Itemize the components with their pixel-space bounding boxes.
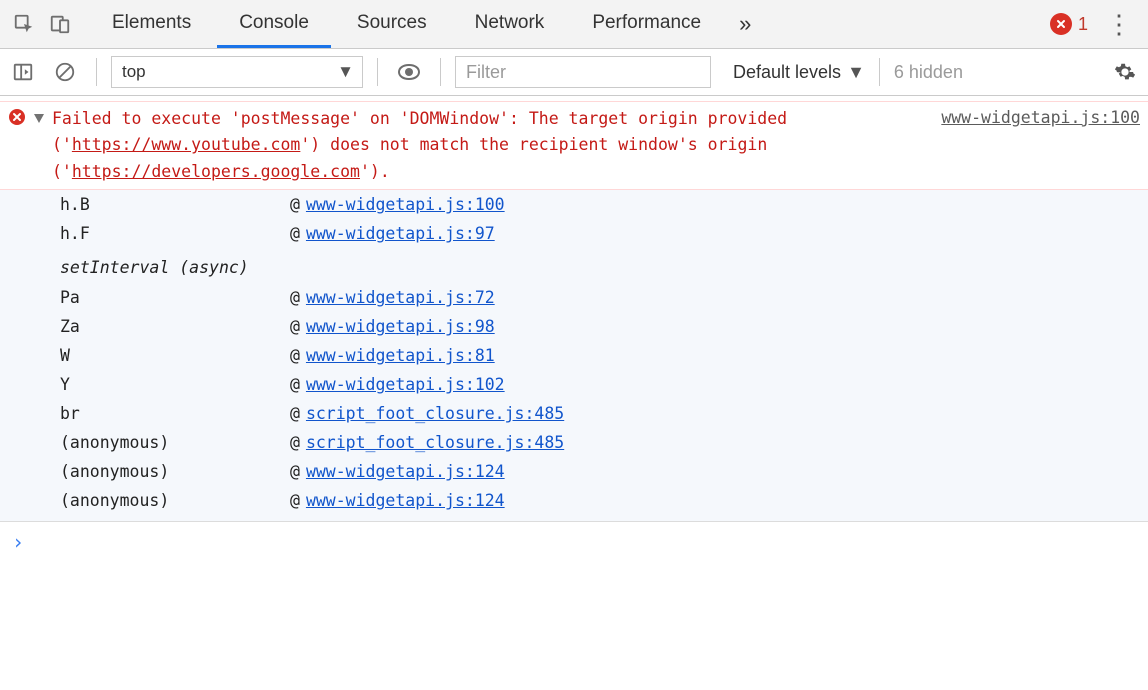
divider <box>440 58 441 86</box>
at-symbol: @ <box>290 224 300 243</box>
stack-frame: h.F@ www-widgetapi.js:97 <box>0 219 1148 248</box>
context-value: top <box>122 62 146 82</box>
at-symbol: @ <box>290 346 300 365</box>
frame-source-link[interactable]: www-widgetapi.js:124 <box>306 491 505 510</box>
divider <box>879 58 880 86</box>
error-count-value: 1 <box>1078 14 1088 35</box>
panel-tabs: Elements Console Sources Network Perform… <box>90 0 1050 48</box>
live-expression-icon[interactable] <box>392 55 426 89</box>
log-levels-select[interactable]: Default levels ▼ <box>733 62 865 83</box>
console-prompt[interactable]: › <box>0 521 1148 562</box>
more-options-icon[interactable]: ⋮ <box>1096 18 1142 31</box>
execution-context-select[interactable]: top ▼ <box>111 56 363 88</box>
at-symbol: @ <box>290 433 300 452</box>
at-symbol: @ <box>290 375 300 394</box>
toggle-sidebar-icon[interactable] <box>6 55 40 89</box>
console-settings-icon[interactable] <box>1108 55 1142 89</box>
frame-function: (anonymous) <box>60 462 290 481</box>
inspect-element-icon[interactable] <box>6 6 42 42</box>
filter-placeholder: Filter <box>466 62 506 83</box>
frame-source-link[interactable]: www-widgetapi.js:72 <box>306 288 495 307</box>
tab-performance[interactable]: Performance <box>570 0 723 48</box>
chevron-down-icon: ▼ <box>337 62 354 82</box>
chevron-down-icon: ▼ <box>847 62 865 83</box>
frame-function: (anonymous) <box>60 491 290 510</box>
at-symbol: @ <box>290 462 300 481</box>
frame-source-link[interactable]: www-widgetapi.js:100 <box>306 195 505 214</box>
stack-frame: (anonymous)@ www-widgetapi.js:124 <box>0 486 1148 515</box>
frame-function: Y <box>60 375 290 394</box>
at-symbol: @ <box>290 288 300 307</box>
frame-function: Pa <box>60 288 290 307</box>
at-symbol: @ <box>290 195 300 214</box>
frame-function: h.B <box>60 195 290 214</box>
tabs-overflow-icon[interactable]: » <box>727 0 763 48</box>
stack-frame: h.B@ www-widgetapi.js:100 <box>0 190 1148 219</box>
frame-source-link[interactable]: www-widgetapi.js:98 <box>306 317 495 336</box>
at-symbol: @ <box>290 404 300 423</box>
frame-source-link[interactable]: www-widgetapi.js:97 <box>306 224 495 243</box>
frame-function: W <box>60 346 290 365</box>
stack-frame: W@ www-widgetapi.js:81 <box>0 341 1148 370</box>
hidden-count: 6 hidden <box>894 62 963 83</box>
async-boundary: setInterval (async) <box>0 248 1148 283</box>
error-count[interactable]: 1 <box>1050 13 1088 35</box>
expand-toggle-icon[interactable] <box>34 114 44 123</box>
stack-frame: Pa@ www-widgetapi.js:72 <box>0 283 1148 312</box>
frame-source-link[interactable]: www-widgetapi.js:102 <box>306 375 505 394</box>
tab-elements[interactable]: Elements <box>90 0 213 48</box>
frame-function: Za <box>60 317 290 336</box>
device-toolbar-icon[interactable] <box>42 6 78 42</box>
console-toolbar: top ▼ Filter Default levels ▼ 6 hidden <box>0 49 1148 96</box>
filter-input[interactable]: Filter <box>455 56 711 88</box>
stack-frame: (anonymous)@ script_foot_closure.js:485 <box>0 428 1148 457</box>
console-log-area: Failed to execute 'postMessage' on 'DOMW… <box>0 96 1148 521</box>
devtools-tabstrip: Elements Console Sources Network Perform… <box>0 0 1148 49</box>
error-badge-icon <box>1050 13 1072 35</box>
tab-console[interactable]: Console <box>217 0 331 48</box>
at-symbol: @ <box>290 317 300 336</box>
tab-sources[interactable]: Sources <box>335 0 449 48</box>
stack-frame: Za@ www-widgetapi.js:98 <box>0 312 1148 341</box>
stack-frame: (anonymous)@ www-widgetapi.js:124 <box>0 457 1148 486</box>
stack-trace: h.B@www-widgetapi.js:100h.F@www-widgetap… <box>0 190 1148 521</box>
at-symbol: @ <box>290 491 300 510</box>
divider <box>96 58 97 86</box>
clear-console-icon[interactable] <box>48 55 82 89</box>
frame-source-link[interactable]: www-widgetapi.js:124 <box>306 462 505 481</box>
stack-frame: Y@ www-widgetapi.js:102 <box>0 370 1148 399</box>
frame-source-link[interactable]: www-widgetapi.js:81 <box>306 346 495 365</box>
frame-function: (anonymous) <box>60 433 290 452</box>
error-message-text: Failed to execute 'postMessage' on 'DOMW… <box>52 106 929 185</box>
error-message-row[interactable]: Failed to execute 'postMessage' on 'DOMW… <box>0 101 1148 190</box>
tab-network[interactable]: Network <box>453 0 567 48</box>
frame-function: br <box>60 404 290 423</box>
frame-function: h.F <box>60 224 290 243</box>
stack-frame: br@ script_foot_closure.js:485 <box>0 399 1148 428</box>
divider <box>377 58 378 86</box>
frame-source-link[interactable]: script_foot_closure.js:485 <box>306 433 564 452</box>
frame-source-link[interactable]: script_foot_closure.js:485 <box>306 404 564 423</box>
levels-label: Default levels <box>733 62 841 83</box>
error-icon <box>8 108 26 130</box>
error-source-link[interactable]: www-widgetapi.js:100 <box>941 108 1140 127</box>
